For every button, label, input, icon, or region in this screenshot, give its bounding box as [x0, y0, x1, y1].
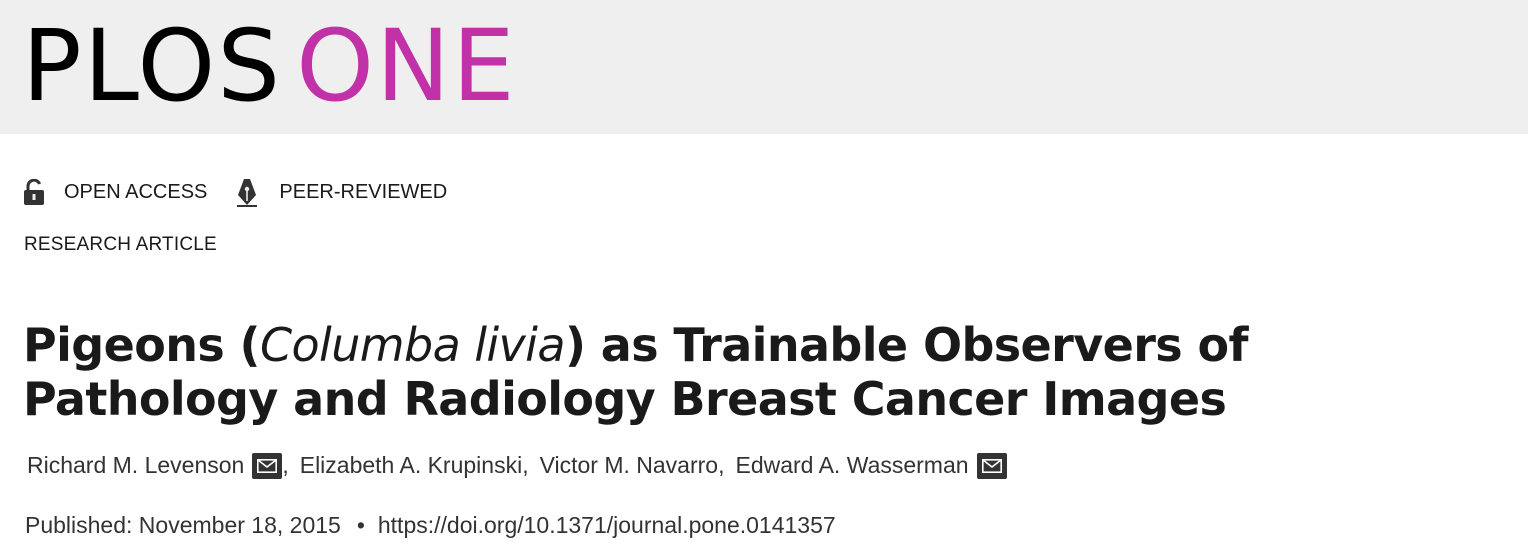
- plos-one-logo[interactable]: PLOS ONE: [22, 0, 517, 134]
- peer-reviewed-badge: PEER-REVIEWED: [235, 177, 447, 207]
- author-4[interactable]: Edward A. Wasserman: [735, 452, 1007, 479]
- author-list: Richard M. Levenson , Elizabeth A. Krupi…: [27, 452, 1007, 479]
- peer-reviewed-label: PEER-REVIEWED: [279, 180, 448, 203]
- author-name[interactable]: Elizabeth A. Krupinski: [300, 452, 522, 479]
- article-badges: OPEN ACCESS PEER-REVIEWED: [24, 176, 447, 208]
- logo-one: ONE: [296, 9, 517, 124]
- author-1[interactable]: Richard M. Levenson: [27, 452, 283, 479]
- masthead: PLOS ONE: [0, 0, 1528, 134]
- author-2[interactable]: Elizabeth A. Krupinski: [300, 452, 522, 479]
- logo-plos: PLOS: [22, 9, 283, 124]
- author-separator: ,: [718, 452, 725, 478]
- pen-nib-icon: [237, 179, 258, 207]
- bullet-separator: •: [356, 512, 365, 538]
- publication-info: Published: November 18, 2015 • https://doi…: [25, 512, 836, 539]
- author-separator: ,: [282, 452, 289, 478]
- author-name[interactable]: Richard M. Levenson: [27, 452, 244, 479]
- author-3[interactable]: Victor M. Navarro: [540, 452, 719, 479]
- article-title: Pigeons (Columba livia) as Trainable Obs…: [23, 318, 1513, 426]
- open-access-label: OPEN ACCESS: [64, 180, 208, 203]
- published-date: Published: November 18, 2015: [25, 512, 341, 538]
- article-type: RESEARCH ARTICLE: [24, 234, 217, 255]
- unlocked-padlock-icon: [24, 179, 44, 205]
- doi-link[interactable]: https://doi.org/10.1371/journal.pone.014…: [378, 512, 836, 538]
- open-access-badge: OPEN ACCESS: [24, 179, 207, 205]
- title-species-name: Columba livia: [259, 318, 566, 372]
- envelope-icon[interactable]: [252, 452, 283, 479]
- author-name[interactable]: Victor M. Navarro: [540, 452, 719, 479]
- author-separator: ,: [522, 452, 529, 478]
- envelope-icon[interactable]: [976, 452, 1007, 479]
- author-name[interactable]: Edward A. Wasserman: [735, 452, 968, 479]
- title-part-1: Pigeons (: [23, 318, 261, 372]
